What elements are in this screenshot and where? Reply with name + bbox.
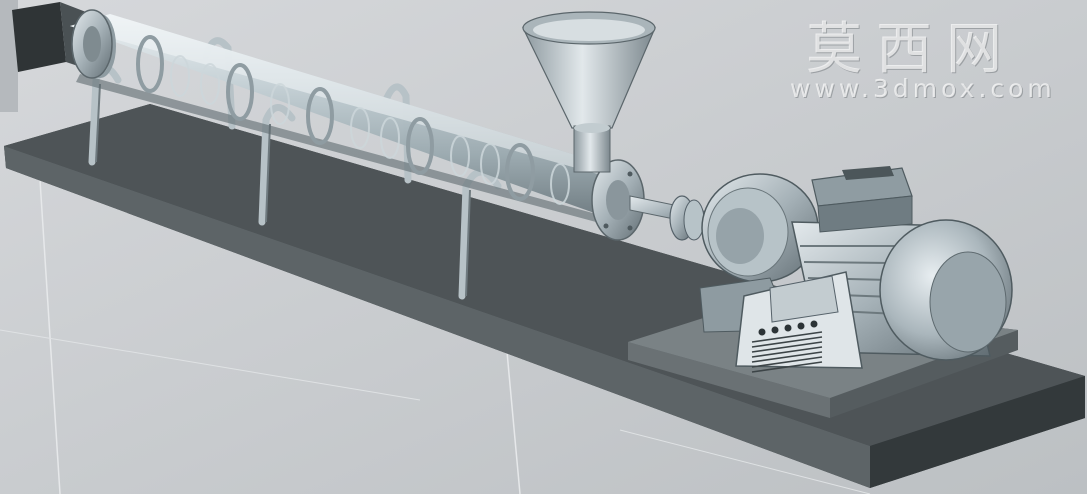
viewport: 莫西网 www.3dmox.com [0, 0, 1087, 494]
watermark-chinese: 莫西网 [806, 17, 1016, 82]
watermark-url: www.3dmox.com [790, 74, 1056, 103]
left-flange [71, 9, 113, 79]
